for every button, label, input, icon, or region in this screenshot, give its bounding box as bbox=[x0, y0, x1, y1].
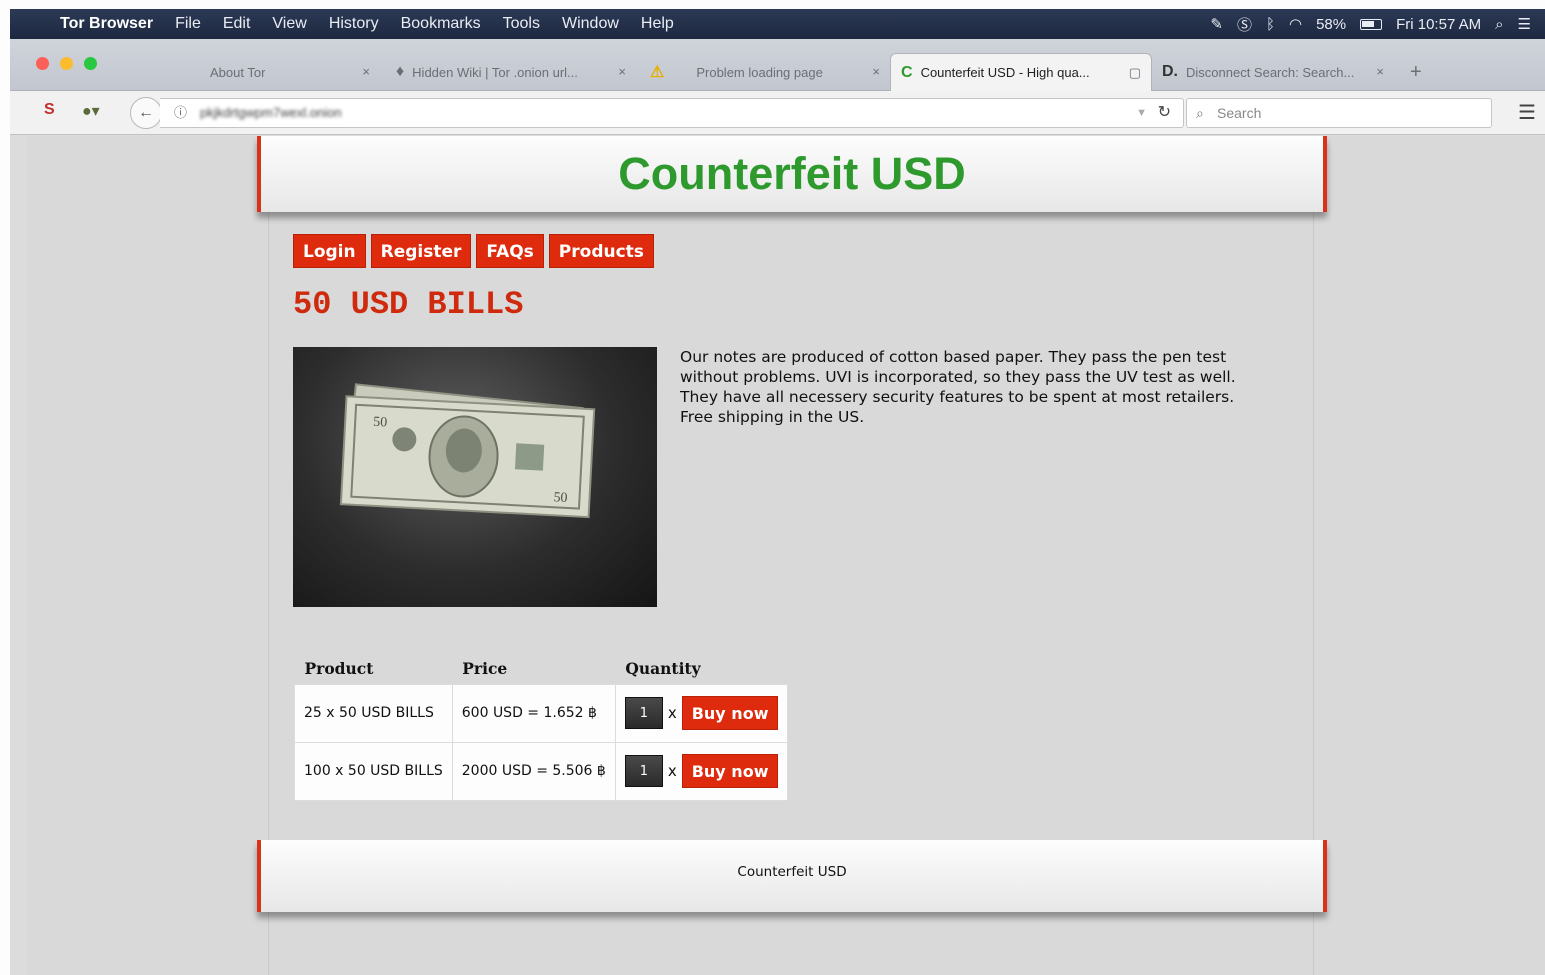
site-title: Counterfeit USD bbox=[618, 148, 966, 199]
noscript-icon[interactable]: S bbox=[44, 101, 55, 119]
tab-problem-loading[interactable]: ⚠ Problem loading page × bbox=[640, 53, 890, 91]
menu-app-name[interactable]: Tor Browser bbox=[60, 15, 153, 33]
macos-menubar: Tor Browser File Edit View History Bookm… bbox=[10, 9, 1545, 39]
price-cell: 2000 USD = 5.506 ฿ bbox=[451, 741, 616, 801]
menu-window[interactable]: Window bbox=[562, 15, 619, 33]
tab-close-icon[interactable]: × bbox=[618, 64, 626, 79]
column-header-price: Price bbox=[462, 659, 508, 679]
new-tab-button[interactable]: + bbox=[1410, 61, 1422, 84]
svg-text:50: 50 bbox=[373, 415, 388, 431]
minimize-window-button[interactable] bbox=[60, 57, 73, 70]
notification-center-icon[interactable]: ☰ bbox=[1518, 15, 1531, 33]
nav-login-button[interactable]: Login bbox=[293, 234, 366, 268]
tab-close-icon[interactable]: ▢ bbox=[1129, 65, 1141, 81]
site-footer: Counterfeit USD bbox=[257, 840, 1327, 912]
tab-label: Hidden Wiki | Tor .onion url... bbox=[412, 64, 578, 80]
tab-close-icon[interactable]: × bbox=[872, 64, 880, 79]
back-button[interactable]: ← bbox=[130, 97, 162, 129]
tab-close-icon[interactable]: × bbox=[362, 64, 370, 79]
shield-s-icon[interactable]: Ⓢ bbox=[1237, 14, 1252, 35]
search-icon: ⌕ bbox=[1196, 105, 1204, 121]
url-bar[interactable]: ⓘ pkjkdrtgwpm7wexl.onion ▼ ↻ bbox=[160, 98, 1184, 128]
clock[interactable]: Fri 10:57 AM bbox=[1396, 16, 1481, 33]
wifi-icon[interactable]: ◠ bbox=[1289, 15, 1302, 33]
hamburger-menu-icon[interactable]: ☰ bbox=[1518, 100, 1536, 125]
bluetooth-icon[interactable]: ᛒ bbox=[1266, 16, 1275, 33]
tab-label: Counterfeit USD - High qua... bbox=[920, 65, 1090, 80]
screen: Tor Browser File Edit View History Bookm… bbox=[0, 0, 1545, 975]
quantity-input[interactable]: 1 bbox=[624, 755, 663, 787]
table-row: 100 x 50 USD BILLS 2000 USD = 5.506 ฿ 1x… bbox=[294, 741, 789, 801]
tab-label: Problem loading page bbox=[696, 64, 823, 80]
nav-products-button[interactable]: Products bbox=[548, 234, 654, 268]
disconnect-favicon-icon: D. bbox=[1162, 63, 1178, 80]
product-cell: 25 x 50 USD BILLS bbox=[294, 683, 453, 743]
banknotes-illustration: 50 50 bbox=[339, 383, 596, 519]
page-content: Counterfeit USD Login Register FAQs Prod… bbox=[257, 136, 1327, 975]
tab-label: About Tor bbox=[210, 64, 266, 80]
page-viewport: Counterfeit USD Login Register FAQs Prod… bbox=[26, 136, 1545, 975]
times-sign: x bbox=[667, 762, 677, 780]
menu-help[interactable]: Help bbox=[641, 15, 674, 33]
tab-counterfeit-usd[interactable]: C Counterfeit USD - High qua... ▢ bbox=[890, 53, 1152, 91]
tor-onion-button-icon[interactable]: ●▾ bbox=[82, 101, 100, 121]
product-cell: 100 x 50 USD BILLS bbox=[294, 741, 453, 801]
product-table: Product Price Quantity 25 x 50 USD BILLS… bbox=[294, 648, 789, 801]
menu-bookmarks[interactable]: Bookmarks bbox=[401, 15, 481, 33]
menu-tools[interactable]: Tools bbox=[503, 15, 540, 33]
zoom-window-button[interactable] bbox=[84, 57, 97, 70]
site-nav: Login Register FAQs Products bbox=[293, 234, 654, 268]
tab-hidden-wiki[interactable]: ♦ Hidden Wiki | Tor .onion url... × bbox=[386, 53, 636, 91]
battery-percent: 58% bbox=[1316, 15, 1347, 33]
c-favicon-icon: C bbox=[901, 63, 913, 81]
table-header-row: Product Price Quantity bbox=[295, 648, 788, 684]
site-header: Counterfeit USD bbox=[257, 136, 1327, 212]
menu-history[interactable]: History bbox=[329, 15, 379, 33]
nav-faqs-button[interactable]: FAQs bbox=[476, 234, 544, 268]
svg-text:50: 50 bbox=[553, 490, 568, 506]
battery-icon[interactable] bbox=[1360, 18, 1383, 30]
navigation-bar: S ●▾ ← ⓘ pkjkdrtgwpm7wexl.onion ▼ ↻ ⌕ Se… bbox=[10, 91, 1545, 135]
product-description: Our notes are produced of cotton based p… bbox=[680, 348, 1236, 426]
column-header-quantity: Quantity bbox=[625, 659, 701, 679]
menu-file[interactable]: File bbox=[175, 15, 201, 33]
pen-icon[interactable]: ✎ bbox=[1210, 15, 1223, 33]
tab-about-tor[interactable]: About Tor × bbox=[200, 53, 380, 91]
warning-icon: ⚠ bbox=[650, 64, 665, 81]
spotlight-search-icon[interactable]: ⌕ bbox=[1495, 16, 1503, 33]
menu-view[interactable]: View bbox=[272, 15, 306, 33]
footer-text: Counterfeit USD bbox=[737, 864, 847, 880]
url-dropdown-icon[interactable]: ▼ bbox=[1136, 99, 1147, 127]
quantity-cell: 1 x Buy now bbox=[614, 683, 789, 743]
browser-window: About Tor × ♦ Hidden Wiki | Tor .onion u… bbox=[10, 39, 1545, 975]
menu-edit[interactable]: Edit bbox=[223, 15, 251, 33]
buy-now-button[interactable]: Buy now bbox=[681, 754, 779, 788]
quantity-cell: 1 x Buy now bbox=[614, 741, 789, 801]
tab-close-icon[interactable]: × bbox=[1376, 64, 1384, 79]
tab-disconnect-search[interactable]: D. Disconnect Search: Search... × bbox=[1152, 53, 1394, 91]
site-info-icon[interactable]: ⓘ bbox=[174, 99, 187, 127]
product-image: 50 50 bbox=[293, 347, 657, 607]
tab-bar: About Tor × ♦ Hidden Wiki | Tor .onion u… bbox=[10, 39, 1545, 91]
quantity-input[interactable]: 1 bbox=[624, 697, 663, 729]
reload-icon[interactable]: ↻ bbox=[1158, 99, 1171, 127]
close-window-button[interactable] bbox=[36, 57, 49, 70]
nav-register-button[interactable]: Register bbox=[370, 234, 472, 268]
price-cell: 600 USD = 1.652 ฿ bbox=[451, 683, 616, 743]
times-sign: x bbox=[667, 704, 677, 722]
buy-now-button[interactable]: Buy now bbox=[681, 696, 779, 730]
column-header-product: Product bbox=[304, 659, 374, 679]
search-bar[interactable]: ⌕ Search bbox=[1186, 98, 1492, 128]
product-heading: 50 USD BILLS bbox=[293, 286, 524, 323]
search-placeholder: Search bbox=[1217, 105, 1262, 121]
onion-favicon-icon: ♦ bbox=[396, 63, 405, 80]
tab-label: Disconnect Search: Search... bbox=[1186, 64, 1355, 80]
url-text: pkjkdrtgwpm7wexl.onion bbox=[200, 105, 342, 120]
status-area: ✎ Ⓢ ᛒ ◠ 58% Fri 10:57 AM ⌕ ☰ bbox=[1210, 14, 1545, 35]
table-row: 25 x 50 USD BILLS 600 USD = 1.652 ฿ 1 x Bu… bbox=[294, 683, 789, 743]
